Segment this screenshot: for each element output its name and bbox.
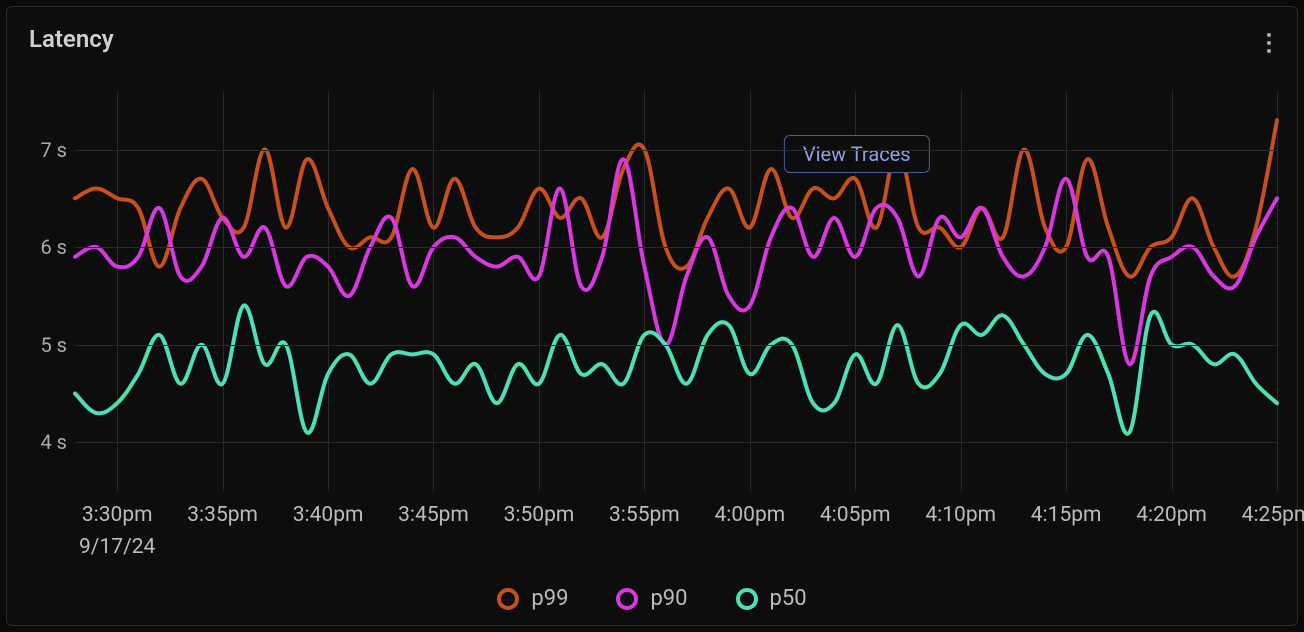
plot[interactable]: 4 s 5 s 6 s 7 s View Traces: [17, 91, 1287, 491]
chart-lines: [75, 91, 1277, 491]
legend-swatch-icon: [616, 588, 638, 610]
gridline-horizontal: [75, 345, 1277, 346]
x-tick-label: 4:05pm: [820, 503, 891, 527]
plot-inner: View Traces: [75, 91, 1277, 491]
x-tick-label: 3:30pm: [82, 503, 153, 527]
x-tick-label: 3:45pm: [398, 503, 469, 527]
legend-label: p90: [650, 586, 687, 611]
legend-item-p50[interactable]: p50: [736, 586, 807, 611]
legend-label: p99: [531, 586, 568, 611]
x-axis-date: 9/17/24: [79, 535, 155, 559]
x-tick-label: 4:00pm: [714, 503, 785, 527]
y-tick-label: 4 s: [40, 430, 67, 454]
legend-swatch-icon: [736, 588, 758, 610]
x-tick-label: 4:25pm: [1242, 503, 1304, 527]
gridline-horizontal: [75, 150, 1277, 151]
panel-title: Latency: [29, 25, 114, 53]
gridline-vertical: [1277, 91, 1278, 491]
chart-legend: p99 p90 p50: [7, 578, 1297, 625]
view-traces-button[interactable]: View Traces: [784, 135, 930, 173]
panel-header: Latency: [7, 7, 1297, 61]
x-tick-label: 4:15pm: [1031, 503, 1102, 527]
panel-menu-icon[interactable]: [1263, 25, 1275, 61]
latency-panel: Latency 4 s 5 s 6 s 7 s View Traces 9/17/24…: [6, 6, 1298, 626]
x-tick-label: 3:55pm: [609, 503, 680, 527]
x-axis: 9/17/24 3:30pm 3:35pm 3:40pm 3:45pm 3:50pm 3:…: [75, 503, 1277, 573]
legend-swatch-icon: [497, 588, 519, 610]
legend-item-p90[interactable]: p90: [616, 586, 687, 611]
y-tick-label: 7 s: [40, 138, 67, 162]
x-tick-label: 3:50pm: [504, 503, 575, 527]
x-tick-label: 3:35pm: [187, 503, 258, 527]
chart-area: 4 s 5 s 6 s 7 s View Traces 9/17/24 3:30pm 3…: [7, 61, 1297, 578]
gridline-horizontal: [75, 442, 1277, 443]
legend-item-p99[interactable]: p99: [497, 586, 568, 611]
y-tick-label: 5 s: [40, 333, 67, 357]
y-axis: 4 s 5 s 6 s 7 s: [17, 91, 75, 491]
y-tick-label: 6 s: [40, 235, 67, 259]
x-tick-label: 4:20pm: [1136, 503, 1207, 527]
legend-label: p50: [770, 586, 807, 611]
x-tick-label: 3:40pm: [293, 503, 364, 527]
x-tick-label: 4:10pm: [925, 503, 996, 527]
gridline-horizontal: [75, 247, 1277, 248]
